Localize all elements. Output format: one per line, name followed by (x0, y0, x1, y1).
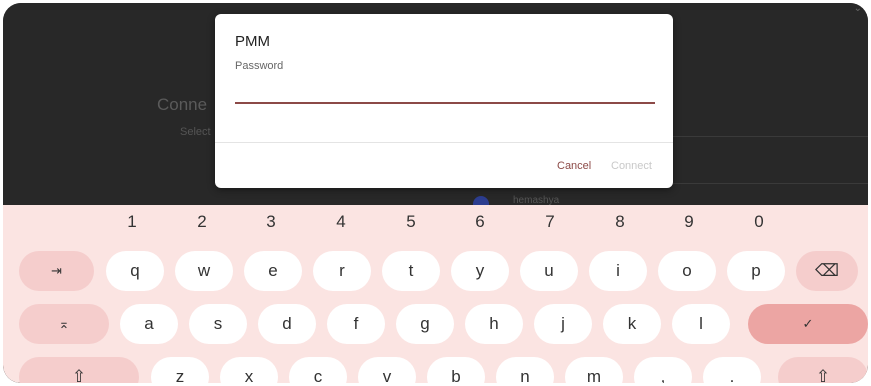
connect-button[interactable]: Connect (611, 160, 652, 172)
shift-icon: ⇧ (71, 367, 87, 383)
key-m[interactable]: m (565, 357, 623, 383)
key-8[interactable]: 8 (610, 212, 630, 232)
cancel-button[interactable]: Cancel (557, 160, 591, 172)
key-c[interactable]: c (289, 357, 347, 383)
key-v[interactable]: v (358, 357, 416, 383)
divider (671, 183, 868, 184)
tab-key[interactable]: ⇥ (19, 251, 94, 291)
backspace-key[interactable]: ⌫ (796, 251, 858, 291)
caps-lock-icon: ⌅ (58, 316, 70, 331)
key-b[interactable]: b (427, 357, 485, 383)
key-f[interactable]: f (327, 304, 385, 344)
wifi-password-dialog: PMM Password Cancel Connect (215, 14, 673, 188)
check-icon: ✓ (802, 316, 814, 331)
key-g[interactable]: g (396, 304, 454, 344)
key-4[interactable]: 4 (331, 212, 351, 232)
dialog-title: PMM (235, 33, 270, 50)
key-2[interactable]: 2 (192, 212, 212, 232)
shift-key-left[interactable]: ⇧ (19, 357, 139, 383)
key-t[interactable]: t (382, 251, 440, 291)
password-input[interactable] (235, 80, 655, 104)
key-7[interactable]: 7 (540, 212, 560, 232)
key-n[interactable]: n (496, 357, 554, 383)
key-6[interactable]: 6 (470, 212, 490, 232)
key-d[interactable]: d (258, 304, 316, 344)
tab-icon: ⇥ (51, 263, 62, 278)
enter-key[interactable]: ✓ (748, 304, 868, 344)
key-5[interactable]: 5 (401, 212, 421, 232)
key-z[interactable]: z (151, 357, 209, 383)
caps-lock-key[interactable]: ⌅ (19, 304, 109, 344)
key-e[interactable]: e (244, 251, 302, 291)
password-label: Password (235, 60, 284, 72)
key-x[interactable]: x (220, 357, 278, 383)
key-y[interactable]: y (451, 251, 509, 291)
key-1[interactable]: 1 (122, 212, 142, 232)
key-o[interactable]: o (658, 251, 716, 291)
shift-key-right[interactable]: ⇧ (778, 357, 868, 383)
key-i[interactable]: i (589, 251, 647, 291)
key-l[interactable]: l (672, 304, 730, 344)
divider (671, 136, 868, 137)
key-s[interactable]: s (189, 304, 247, 344)
key-p[interactable]: p (727, 251, 785, 291)
shift-icon: ⇧ (815, 367, 831, 383)
key-9[interactable]: 9 (679, 212, 699, 232)
key-h[interactable]: h (465, 304, 523, 344)
background-subtitle: Select (180, 126, 211, 138)
key-3[interactable]: 3 (261, 212, 281, 232)
background-title: Conne (157, 95, 208, 114)
keyboard: 1 2 3 4 5 6 7 8 9 0 ⇥ q w e r t y u i o … (3, 205, 868, 383)
key-u[interactable]: u (520, 251, 578, 291)
key-period[interactable]: . (703, 357, 761, 383)
backspace-icon: ⌫ (814, 261, 840, 280)
key-q[interactable]: q (106, 251, 164, 291)
chevron-down-icon: ⌄ (853, 3, 862, 14)
key-r[interactable]: r (313, 251, 371, 291)
key-a[interactable]: a (120, 304, 178, 344)
key-comma[interactable]: , (634, 357, 692, 383)
key-0[interactable]: 0 (749, 212, 769, 232)
screen: Conne Select hemashya ⌄ PMM Password Can… (3, 3, 868, 383)
dialog-divider (215, 142, 673, 143)
key-k[interactable]: k (603, 304, 661, 344)
key-j[interactable]: j (534, 304, 592, 344)
key-w[interactable]: w (175, 251, 233, 291)
